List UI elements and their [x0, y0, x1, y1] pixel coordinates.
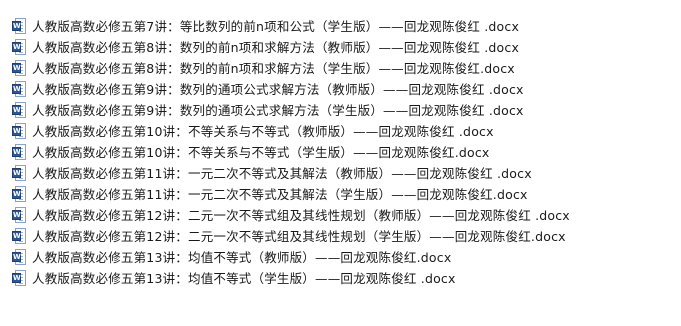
file-name-label: 人教版高数必修五第8讲：数列的前n项和求解方法（教师版）——回龙观陈俊红 .do…	[32, 40, 520, 55]
file-item[interactable]: W 人教版高数必修五第12讲：二元一次不等式组及其线性规划（教师版）——回龙观陈俊…	[12, 204, 672, 225]
word-badge: W	[12, 20, 21, 31]
file-name-label: 人教版高数必修五第9讲：数列的通项公式求解方法（教师版）——回龙观陈俊红 .do…	[32, 82, 524, 97]
word-badge: W	[12, 104, 21, 115]
file-item[interactable]: W 人教版高数必修五第12讲：二元一次不等式组及其线性规划（学生版）——回龙观陈俊…	[12, 225, 672, 246]
word-badge: W	[12, 230, 21, 241]
word-document-icon: W	[12, 17, 26, 34]
file-item[interactable]: W 人教版高数必修五第10讲：不等关系与不等式（教师版）——回龙观陈俊红 .doc…	[12, 120, 672, 141]
word-document-icon: W	[12, 185, 26, 202]
word-document-icon: W	[12, 164, 26, 181]
file-name-label: 人教版高数必修五第13讲：均值不等式（学生版）——回龙观陈俊红 .docx	[32, 271, 456, 286]
file-name-label: 人教版高数必修五第11讲：一元二次不等式及其解法（教师版）——回龙观陈俊红 .d…	[32, 166, 532, 181]
word-document-icon: W	[12, 248, 26, 265]
word-document-icon: W	[12, 143, 26, 160]
file-item[interactable]: W 人教版高数必修五第9讲：数列的通项公式求解方法（学生版）——回龙观陈俊红 .d…	[12, 99, 672, 120]
file-item[interactable]: W 人教版高数必修五第8讲：数列的前n项和求解方法（学生版）——回龙观陈俊红.do…	[12, 57, 672, 78]
word-document-icon: W	[12, 227, 26, 244]
file-name-label: 人教版高数必修五第11讲：一元二次不等式及其解法（学生版）——回龙观陈俊红.do…	[32, 187, 528, 202]
file-item[interactable]: W 人教版高数必修五第11讲：一元二次不等式及其解法（学生版）——回龙观陈俊红.d…	[12, 183, 672, 204]
word-document-icon: W	[12, 269, 26, 286]
file-item[interactable]: W 人教版高数必修五第7讲：等比数列的前n项和公式（学生版）——回龙观陈俊红 .d…	[12, 15, 672, 36]
word-document-icon: W	[12, 59, 26, 76]
file-name-label: 人教版高数必修五第9讲：数列的通项公式求解方法（学生版）——回龙观陈俊红 .do…	[32, 103, 524, 118]
word-document-icon: W	[12, 80, 26, 97]
word-badge: W	[12, 167, 21, 178]
word-badge: W	[12, 41, 21, 52]
file-name-label: 人教版高数必修五第12讲：二元一次不等式组及其线性规划（学生版）——回龙观陈俊红…	[32, 229, 566, 244]
file-explorer-pane: W 人教版高数必修五第7讲：等比数列的前n项和公式（学生版）——回龙观陈俊红 .d…	[0, 0, 681, 326]
file-name-label: 人教版高数必修五第7讲：等比数列的前n项和公式（学生版）——回龙观陈俊红 .do…	[32, 19, 520, 34]
file-item[interactable]: W 人教版高数必修五第8讲：数列的前n项和求解方法（教师版）——回龙观陈俊红 .d…	[12, 36, 672, 57]
file-list: W 人教版高数必修五第7讲：等比数列的前n项和公式（学生版）——回龙观陈俊红 .d…	[12, 15, 672, 288]
file-item[interactable]: W 人教版高数必修五第13讲：均值不等式（学生版）——回龙观陈俊红 .docx	[12, 267, 672, 288]
file-item[interactable]: W 人教版高数必修五第10讲：不等关系与不等式（学生版）——回龙观陈俊红.docx	[12, 141, 672, 162]
word-document-icon: W	[12, 122, 26, 139]
word-badge: W	[12, 251, 21, 262]
word-badge: W	[12, 62, 21, 73]
word-badge: W	[12, 146, 21, 157]
file-name-label: 人教版高数必修五第13讲：均值不等式（教师版）——回龙观陈俊红.docx	[32, 250, 452, 265]
word-badge: W	[12, 125, 21, 136]
file-item[interactable]: W 人教版高数必修五第9讲：数列的通项公式求解方法（教师版）——回龙观陈俊红 .d…	[12, 78, 672, 99]
file-name-label: 人教版高数必修五第10讲：不等关系与不等式（学生版）——回龙观陈俊红.docx	[32, 145, 490, 160]
word-badge: W	[12, 188, 21, 199]
word-badge: W	[12, 209, 21, 220]
word-badge: W	[12, 272, 21, 283]
word-document-icon: W	[12, 101, 26, 118]
word-document-icon: W	[12, 38, 26, 55]
file-item[interactable]: W 人教版高数必修五第13讲：均值不等式（教师版）——回龙观陈俊红.docx	[12, 246, 672, 267]
file-name-label: 人教版高数必修五第10讲：不等关系与不等式（教师版）——回龙观陈俊红 .docx	[32, 124, 494, 139]
file-name-label: 人教版高数必修五第8讲：数列的前n项和求解方法（学生版）——回龙观陈俊红.doc…	[32, 61, 515, 76]
word-badge: W	[12, 83, 21, 94]
file-name-label: 人教版高数必修五第12讲：二元一次不等式组及其线性规划（教师版）——回龙观陈俊红…	[32, 208, 570, 223]
file-item[interactable]: W 人教版高数必修五第11讲：一元二次不等式及其解法（教师版）——回龙观陈俊红 .…	[12, 162, 672, 183]
word-document-icon: W	[12, 206, 26, 223]
